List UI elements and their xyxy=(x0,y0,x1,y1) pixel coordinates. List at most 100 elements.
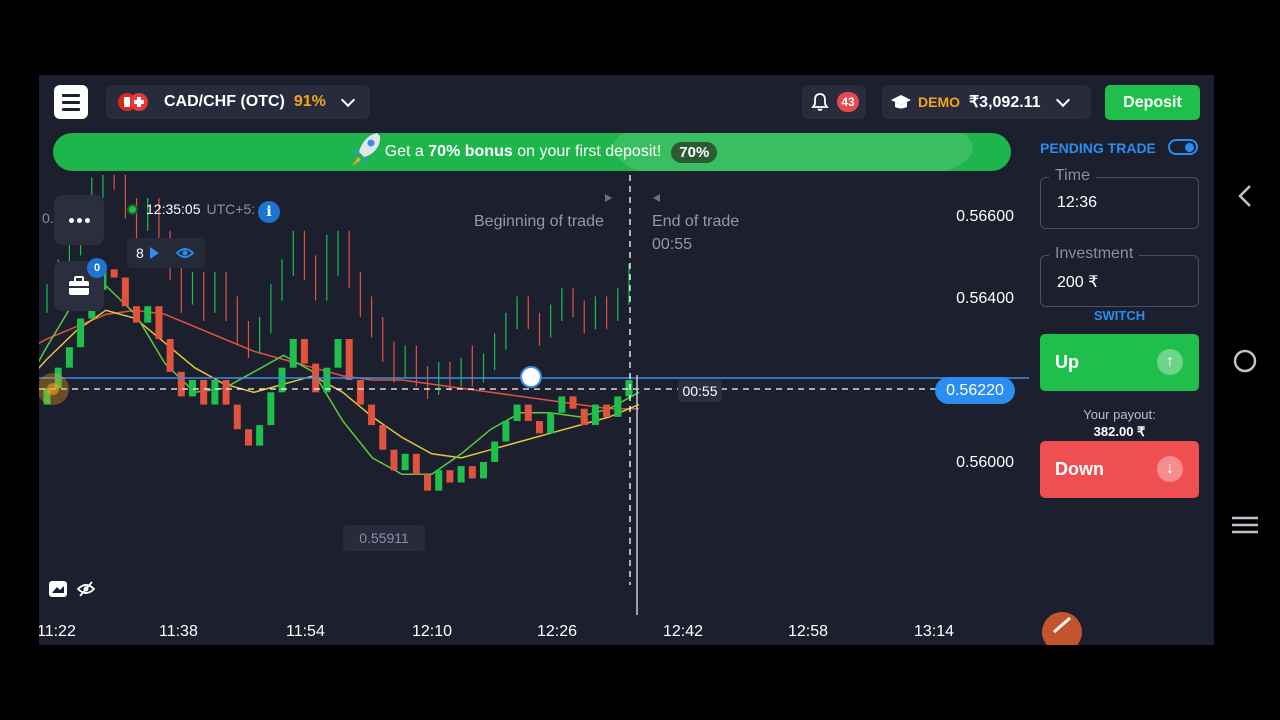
candle xyxy=(65,347,73,368)
candle xyxy=(580,408,588,426)
switch-currency-link[interactable]: SWITCH xyxy=(1040,308,1199,323)
indicator-panel[interactable]: 8 xyxy=(127,238,205,268)
strike-marker xyxy=(520,366,542,388)
candle xyxy=(77,318,85,348)
candle xyxy=(300,339,308,364)
candle xyxy=(513,404,521,421)
x-tick-label: 12:10 xyxy=(412,623,453,640)
candle xyxy=(222,380,230,405)
candle xyxy=(412,453,420,475)
indicator-count: 8 xyxy=(136,245,144,261)
candle xyxy=(177,371,185,397)
candle xyxy=(144,306,152,323)
end-arrow-icon xyxy=(653,194,660,202)
chart-type-button[interactable] xyxy=(49,581,67,597)
x-tick-label: 12:42 xyxy=(663,623,704,640)
asset-selector[interactable]: CAD/CHF (OTC) 91% xyxy=(106,85,370,119)
clock-time: 12:35:05 xyxy=(146,201,201,217)
notifications-count-badge: 43 xyxy=(837,92,859,112)
live-dot xyxy=(127,203,138,215)
deposit-button[interactable]: Deposit xyxy=(1105,85,1200,120)
candle xyxy=(289,339,297,368)
candle xyxy=(569,396,577,409)
candle xyxy=(591,404,599,426)
menu-button[interactable] xyxy=(54,85,88,119)
y-tick-label: 0.56600 xyxy=(956,208,1014,225)
asset-name: CAD/CHF (OTC) xyxy=(164,93,285,110)
candle xyxy=(334,339,342,368)
candle xyxy=(558,396,566,413)
candle xyxy=(166,339,174,372)
y-tick-label: 0.56400 xyxy=(956,290,1014,307)
candle xyxy=(256,425,264,446)
candle xyxy=(603,404,611,417)
candle xyxy=(547,412,555,434)
currency-pair-flags-icon xyxy=(118,91,152,113)
candle xyxy=(424,474,432,491)
candle xyxy=(133,306,141,323)
account-balance: ₹3,092.11 xyxy=(969,94,1041,111)
hamburger-icon-line xyxy=(62,107,80,111)
banner-text-suffix: on your first deposit! xyxy=(517,143,662,160)
candle xyxy=(200,380,208,405)
banner-text-prefix: Get a xyxy=(384,143,424,160)
candle xyxy=(468,466,476,479)
trade-panel: PENDING TRADE Time 12:36 Investment 200 … xyxy=(1029,130,1214,645)
time-field[interactable]: Time 12:36 xyxy=(1040,167,1199,229)
play-icon[interactable] xyxy=(149,247,159,259)
candle xyxy=(121,277,129,307)
home-circle-icon[interactable] xyxy=(1232,348,1258,374)
payout-value: 382.00 ₹ xyxy=(1093,424,1146,439)
more-dots-icon xyxy=(68,217,90,223)
investment-value: 200 ₹ xyxy=(1057,274,1099,291)
graduation-cap-icon xyxy=(891,95,911,109)
info-icon[interactable]: i xyxy=(258,201,280,223)
portfolio-count-badge: 0 xyxy=(87,258,107,278)
eye-icon[interactable] xyxy=(175,247,194,259)
candle xyxy=(345,339,353,380)
hide-indicators-button[interactable] xyxy=(76,580,96,603)
account-selector[interactable]: DEMO ₹3,092.11 xyxy=(882,85,1091,119)
eye-off-icon xyxy=(76,581,96,597)
drawing-tools-button[interactable] xyxy=(1042,612,1082,645)
candle xyxy=(491,441,499,462)
chevron-down-icon xyxy=(340,92,355,107)
line-timer-tag: 00:55 xyxy=(678,380,722,402)
candle xyxy=(379,425,387,450)
pending-trade-toggle[interactable] xyxy=(1168,139,1198,155)
server-clock: 12:35:05 UTC+5: xyxy=(127,201,255,217)
price-pulse-core xyxy=(47,383,59,395)
x-tick-label: 11:54 xyxy=(286,623,325,640)
candle xyxy=(267,392,275,426)
clock-timezone: UTC+5: xyxy=(206,201,256,217)
up-button[interactable]: Up ↑ xyxy=(1040,334,1199,391)
down-label: Down xyxy=(1055,459,1104,479)
candle xyxy=(480,462,487,479)
back-arrow-icon[interactable] xyxy=(1236,184,1254,208)
down-button[interactable]: Down ↓ xyxy=(1040,441,1199,498)
banner-text: Get a 70% bonus on your first deposit! xyxy=(385,143,662,161)
banner-content: Get a 70% bonus on your first deposit! 7… xyxy=(53,133,1011,171)
time-value: 12:36 xyxy=(1057,194,1098,211)
hamburger-icon xyxy=(62,93,80,97)
more-options-button[interactable] xyxy=(54,195,104,245)
x-tick-label: 12:58 xyxy=(788,623,829,640)
candle xyxy=(435,470,443,491)
candle xyxy=(502,421,510,442)
end-of-trade-label: End of trade xyxy=(652,213,740,230)
moving-average-lines xyxy=(39,284,640,476)
candle xyxy=(535,421,543,434)
x-tick-label: 13:14 xyxy=(914,623,955,640)
pencil-icon xyxy=(1053,616,1071,634)
menu-lines-icon[interactable] xyxy=(1232,515,1258,535)
candle xyxy=(446,470,454,483)
bonus-banner[interactable]: Get a 70% bonus on your first deposit! 7… xyxy=(53,133,1011,171)
notifications-button[interactable]: 43 xyxy=(802,85,866,119)
moving-average-line xyxy=(39,284,640,476)
asset-payout-percent: 91% xyxy=(293,93,326,110)
candle xyxy=(457,466,465,483)
moving-average-line xyxy=(39,309,640,459)
time-label: Time xyxy=(1049,167,1096,185)
candle xyxy=(356,380,364,405)
investment-field[interactable]: Investment 200 ₹ xyxy=(1040,245,1199,307)
